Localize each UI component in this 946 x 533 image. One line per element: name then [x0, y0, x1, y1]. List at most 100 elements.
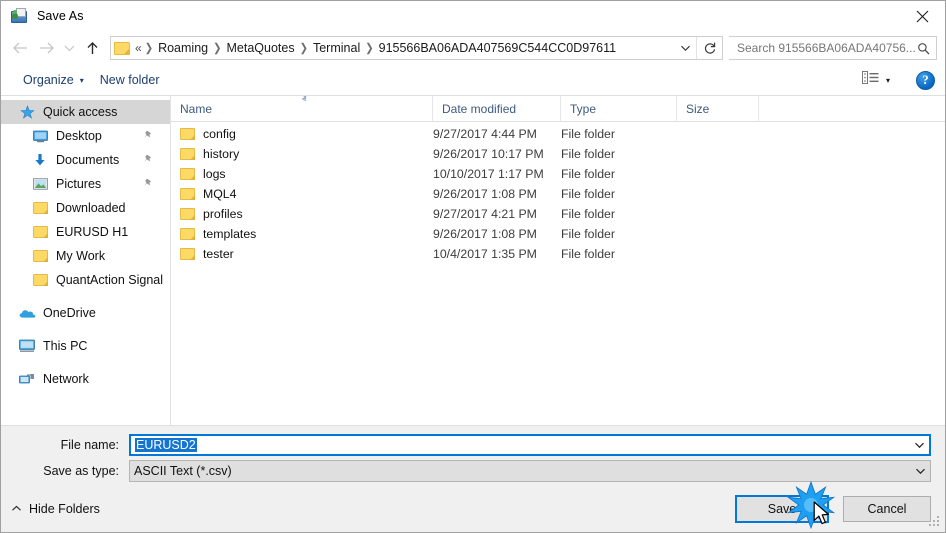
folder-icon — [114, 41, 130, 55]
file-name-label: tester — [203, 247, 234, 261]
address-dropdown-icon[interactable] — [674, 37, 696, 59]
file-type-cell: File folder — [561, 167, 615, 181]
chevron-up-icon — [11, 504, 22, 514]
hide-folders-label: Hide Folders — [29, 502, 100, 516]
sidebar-item-my-work[interactable]: My Work — [1, 244, 170, 268]
sidebar-item-label: QuantAction Signal — [56, 273, 164, 287]
cancel-button[interactable]: Cancel — [843, 496, 931, 522]
file-type-cell: File folder — [561, 207, 615, 221]
star-icon — [18, 104, 36, 120]
sidebar-item-quantaction-signal[interactable]: QuantAction Signal — [1, 268, 170, 292]
arrow-left-icon[interactable] — [7, 35, 33, 61]
breadcrumb-separator: ❯ — [144, 41, 154, 55]
sidebar-item-onedrive[interactable]: OneDrive — [1, 301, 170, 325]
breadcrumb-separator: ❯ — [365, 41, 374, 55]
refresh-icon[interactable] — [696, 37, 722, 59]
file-name-label: MQL4 — [203, 187, 237, 201]
breadcrumb-item-metaquotes[interactable]: MetaQuotes — [223, 40, 299, 56]
file-type-cell: File folder — [561, 187, 615, 201]
new-folder-button[interactable]: New folder — [92, 69, 168, 91]
pin-icon[interactable] — [144, 178, 153, 192]
sidebar-item-pictures[interactable]: Pictures — [1, 172, 170, 196]
sidebar-item-eurusd-h1[interactable]: EURUSD H1 — [1, 220, 170, 244]
column-header-filler — [759, 96, 945, 122]
resize-grip-icon[interactable] — [929, 516, 942, 529]
sidebar-divider — [1, 325, 170, 334]
file-name-cell: MQL4 — [171, 187, 433, 201]
breadcrumb: « ❯ Roaming ❯ MetaQuotes ❯ Terminal ❯ 91… — [133, 40, 674, 56]
file-date-cell: 10/10/2017 1:17 PM — [433, 167, 544, 181]
folder-icon — [31, 272, 49, 288]
table-row[interactable]: MQL4 9/26/2017 1:08 PM File folder — [171, 184, 945, 204]
sidebar-item-label: This PC — [43, 339, 88, 353]
address-bar[interactable]: « ❯ Roaming ❯ MetaQuotes ❯ Terminal ❯ 91… — [110, 36, 723, 60]
cloud-icon — [18, 305, 36, 321]
sidebar-divider — [1, 292, 170, 301]
navigation-bar: « ❯ Roaming ❯ MetaQuotes ❯ Terminal ❯ 91… — [1, 31, 945, 65]
organize-label: Organize — [23, 73, 74, 87]
search-placeholder: Search 915566BA06ADA40756... — [737, 41, 916, 55]
organize-button[interactable]: Organize ▾ — [15, 69, 92, 91]
breadcrumb-separator: ❯ — [299, 41, 308, 55]
sidebar-item-this-pc[interactable]: This PC — [1, 334, 170, 358]
sidebar-item-network[interactable]: Network — [1, 367, 170, 391]
hide-folders-button[interactable]: Hide Folders — [11, 502, 100, 516]
pin-icon[interactable] — [144, 130, 153, 144]
sidebar-item-label: EURUSD H1 — [56, 225, 129, 239]
table-row[interactable]: profiles 9/27/2017 4:21 PM File folder — [171, 204, 945, 224]
file-name-label: config — [203, 127, 236, 141]
table-row[interactable]: config 9/27/2017 4:44 PM File folder — [171, 124, 945, 144]
folder-icon — [180, 128, 195, 140]
breadcrumb-item-terminal[interactable]: Terminal — [309, 40, 364, 56]
dialog-body: Quick access Desktop Documents Pictures … — [1, 94, 945, 426]
chevron-down-icon[interactable] — [59, 35, 79, 61]
column-header-size[interactable]: Size — [677, 95, 759, 122]
help-button[interactable]: ? — [916, 70, 935, 90]
save-button[interactable]: Save — [735, 495, 829, 523]
view-layout-button[interactable]: ▾ — [856, 68, 896, 92]
folder-icon — [180, 188, 195, 200]
file-type-cell: File folder — [561, 247, 615, 261]
sidebar-item-label: Desktop — [56, 129, 102, 143]
pin-icon[interactable] — [144, 154, 153, 168]
folder-icon — [31, 248, 49, 264]
chevron-down-icon[interactable] — [909, 441, 929, 449]
column-header-label: Type — [570, 101, 597, 116]
breadcrumb-overflow[interactable]: « — [133, 40, 144, 56]
file-date-cell: 10/4/2017 1:35 PM — [433, 247, 537, 261]
folder-icon — [31, 200, 49, 216]
file-name-row: File name: EURUSD2 — [15, 434, 931, 456]
toolbar: Organize ▾ New folder ▾ ? — [1, 65, 945, 96]
sidebar-item-label: Quick access — [43, 105, 118, 119]
save-as-type-select[interactable]: ASCII Text (*.csv) — [129, 460, 931, 482]
file-name-input[interactable]: EURUSD2 — [129, 434, 931, 456]
column-header-name[interactable]: Name ⱏ — [171, 94, 433, 122]
folder-icon — [180, 248, 195, 260]
table-row[interactable]: templates 9/26/2017 1:08 PM File folder — [171, 224, 945, 244]
new-folder-label: New folder — [99, 73, 160, 87]
download-arrow-icon — [31, 152, 49, 168]
table-row[interactable]: logs 10/10/2017 1:17 PM File folder — [171, 164, 945, 184]
breadcrumb-item-roaming[interactable]: Roaming — [154, 40, 212, 56]
sidebar-item-desktop[interactable]: Desktop — [1, 124, 170, 148]
sidebar-item-documents[interactable]: Documents — [1, 148, 170, 172]
search-icon[interactable] — [917, 42, 930, 55]
close-icon[interactable] — [900, 1, 945, 31]
table-row[interactable]: history 9/26/2017 10:17 PM File folder — [171, 144, 945, 164]
file-name-value: EURUSD2 — [135, 438, 197, 452]
file-type-cell: File folder — [561, 127, 615, 141]
network-icon — [18, 371, 36, 387]
arrow-right-icon[interactable] — [33, 35, 59, 61]
sidebar-item-quick-access[interactable]: Quick access — [1, 100, 170, 124]
column-header-type[interactable]: Type — [561, 95, 677, 122]
table-row[interactable]: tester 10/4/2017 1:35 PM File folder — [171, 244, 945, 264]
arrow-up-icon[interactable] — [79, 35, 105, 61]
folder-icon — [180, 148, 195, 160]
file-list: config 9/27/2017 4:44 PM File folder his… — [171, 122, 945, 425]
column-header-date-modified[interactable]: Date modified — [433, 95, 561, 122]
chevron-down-icon[interactable] — [910, 467, 930, 475]
search-input[interactable]: Search 915566BA06ADA40756... — [729, 36, 937, 60]
breadcrumb-item-terminal-id[interactable]: 915566BA06ADA407569C544CC0D97611 — [375, 40, 620, 56]
sidebar-item-downloaded[interactable]: Downloaded — [1, 196, 170, 220]
file-name-label: profiles — [203, 207, 243, 221]
